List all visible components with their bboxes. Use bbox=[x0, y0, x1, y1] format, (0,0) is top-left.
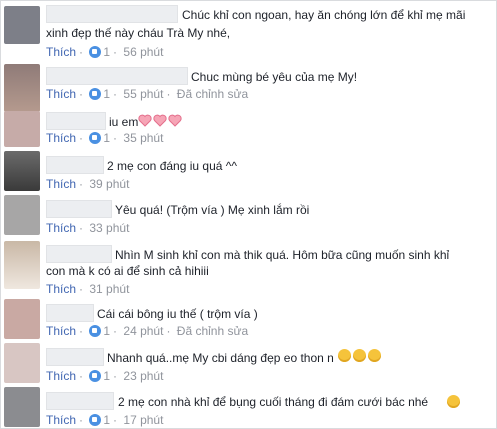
avatar[interactable] bbox=[4, 195, 40, 235]
comment-text: iu em bbox=[109, 115, 139, 129]
like-count[interactable]: 1 bbox=[103, 369, 110, 383]
commenter-name[interactable] bbox=[46, 67, 188, 85]
comment-bubble bbox=[46, 304, 94, 322]
pink-heart-icon bbox=[168, 114, 182, 127]
like-thumb-icon bbox=[89, 370, 102, 382]
like-button[interactable]: Thích bbox=[46, 413, 76, 427]
like-thumb-icon bbox=[89, 46, 102, 58]
avatar[interactable] bbox=[4, 111, 40, 147]
timestamp[interactable]: 56 phút bbox=[123, 45, 163, 59]
timestamp[interactable]: 23 phút bbox=[123, 369, 163, 383]
timestamp[interactable]: 35 phút bbox=[123, 131, 163, 145]
edited-label[interactable]: Đã chỉnh sửa bbox=[177, 324, 248, 338]
comment-bubble bbox=[46, 392, 114, 410]
comment-text: Yêu quá! (Trộm vía ) Mẹ xinh lắm rồi bbox=[115, 203, 310, 217]
like-button[interactable]: Thích bbox=[46, 324, 76, 338]
comment-actions: Thích · 1 · 23 phút bbox=[46, 369, 164, 383]
laughing-emoji-icon bbox=[368, 349, 381, 362]
like-count[interactable]: 1 bbox=[103, 413, 110, 427]
avatar[interactable] bbox=[4, 241, 40, 289]
comment-actions: Thích · 39 phút bbox=[46, 177, 130, 191]
laughing-emoji-icon bbox=[353, 349, 366, 362]
commenter-name[interactable] bbox=[46, 392, 114, 410]
comment-text: Chúc khỉ con ngoan, hay ăn chóng lớn để … bbox=[182, 8, 466, 22]
pink-heart-icon bbox=[138, 114, 152, 127]
comment-bubble bbox=[46, 67, 188, 85]
comment-text: Chuc mùng bé yêu của mẹ My! bbox=[191, 70, 358, 84]
comment-text-line2: con mà k có ai để sinh cả hihiii bbox=[46, 264, 209, 278]
comment-actions: Thích · 1 · 17 phút bbox=[46, 413, 164, 427]
comment-text: Cái cái bông iu thế ( trộm vía ) bbox=[97, 307, 258, 321]
avatar[interactable] bbox=[4, 343, 40, 383]
like-thumb-icon bbox=[89, 414, 102, 426]
comment-bubble bbox=[46, 348, 104, 366]
comment-text: 2 mẹ con nhà khỉ để bụng cuối tháng đi đ… bbox=[118, 395, 429, 409]
comment-actions: Thích · 1 · 56 phút bbox=[46, 45, 164, 59]
commenter-name[interactable] bbox=[46, 112, 106, 130]
like-button[interactable]: Thích bbox=[46, 87, 76, 101]
timestamp[interactable]: 31 phút bbox=[89, 282, 129, 296]
laughing-emoji-icon bbox=[447, 395, 460, 408]
commenter-name[interactable] bbox=[46, 304, 94, 322]
avatar[interactable] bbox=[4, 299, 40, 339]
commenter-name[interactable] bbox=[46, 156, 104, 174]
comment-actions: Thích · 31 phút bbox=[46, 282, 130, 296]
comment-actions: Thích · 1 · 24 phút · Đã chỉnh sửa bbox=[46, 324, 249, 338]
commenter-name[interactable] bbox=[46, 348, 104, 366]
like-count[interactable]: 1 bbox=[103, 45, 110, 59]
hearts bbox=[138, 114, 183, 128]
timestamp[interactable]: 39 phút bbox=[89, 177, 129, 191]
comment-bubble bbox=[46, 156, 104, 174]
like-button[interactable]: Thích bbox=[46, 131, 76, 145]
timestamp[interactable]: 24 phút bbox=[123, 324, 163, 338]
comment-bubble bbox=[46, 245, 112, 263]
pink-heart-icon bbox=[153, 114, 167, 127]
like-thumb-icon bbox=[89, 132, 102, 144]
timestamp[interactable]: 33 phút bbox=[89, 221, 129, 235]
comment-actions: Thích · 1 · 35 phút bbox=[46, 131, 164, 145]
like-count[interactable]: 1 bbox=[103, 324, 110, 338]
like-button[interactable]: Thích bbox=[46, 282, 76, 296]
comment-bubble bbox=[46, 112, 106, 130]
timestamp[interactable]: 17 phút bbox=[123, 413, 163, 427]
like-button[interactable]: Thích bbox=[46, 45, 76, 59]
avatar[interactable] bbox=[4, 151, 40, 191]
emoji-group bbox=[445, 395, 460, 409]
commenter-name[interactable] bbox=[46, 200, 112, 218]
comment-bubble bbox=[46, 200, 112, 218]
like-thumb-icon bbox=[89, 325, 102, 337]
timestamp[interactable]: 55 phút bbox=[123, 87, 163, 101]
commenter-name[interactable] bbox=[46, 5, 178, 23]
avatar[interactable] bbox=[4, 64, 40, 112]
comment-text: Nhanh quá..mẹ My cbi dáng đẹp eo thon n bbox=[107, 351, 334, 365]
comment-bubble bbox=[46, 5, 178, 23]
like-count[interactable]: 1 bbox=[103, 131, 110, 145]
comment-text: 2 mẹ con đáng iu quá ^^ bbox=[107, 159, 238, 173]
like-count[interactable]: 1 bbox=[103, 87, 110, 101]
comments-panel: Chúc khỉ con ngoan, hay ăn chóng lớn để … bbox=[0, 0, 497, 429]
like-button[interactable]: Thích bbox=[46, 221, 76, 235]
avatar[interactable] bbox=[4, 6, 40, 44]
commenter-name[interactable] bbox=[46, 245, 112, 263]
like-button[interactable]: Thích bbox=[46, 177, 76, 191]
comment-text: Nhìn M sinh khỉ con mà thik quá. Hôm bữa… bbox=[115, 248, 450, 262]
emoji-group bbox=[336, 349, 381, 363]
laughing-emoji-icon bbox=[338, 349, 351, 362]
comment-text-line2: xinh đẹp thế này cháu Trà My nhé, bbox=[46, 26, 231, 40]
comment-actions: Thích · 33 phút bbox=[46, 221, 130, 235]
comment-actions: Thích · 1 · 55 phút · Đã chỉnh sửa bbox=[46, 87, 249, 101]
avatar[interactable] bbox=[4, 387, 40, 427]
edited-label[interactable]: Đã chỉnh sửa bbox=[177, 87, 248, 101]
like-button[interactable]: Thích bbox=[46, 369, 76, 383]
like-thumb-icon bbox=[89, 88, 102, 100]
